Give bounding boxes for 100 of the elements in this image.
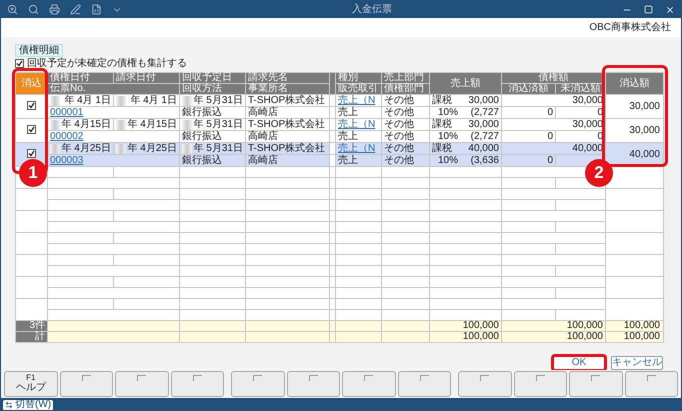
office-text: 高崎店 bbox=[248, 155, 278, 166]
applied-amount-text: 40,000 bbox=[629, 149, 660, 160]
company-name: OBC商事株式会社 bbox=[589, 20, 671, 35]
tax-amount-text: (3,636 bbox=[470, 155, 499, 166]
column-header: 伝票No. bbox=[48, 84, 180, 94]
pen-icon[interactable] bbox=[70, 4, 81, 15]
redacted-mark bbox=[116, 144, 126, 154]
amount-text: 30,000 bbox=[468, 119, 499, 130]
total-uncleared-text: 100,000 bbox=[566, 331, 603, 342]
column-header: 請求先名 bbox=[246, 72, 330, 84]
total-applied-text: 100,000 bbox=[624, 320, 660, 331]
spreadsheet-icon[interactable] bbox=[91, 4, 102, 15]
uncleared-text: 30,000 bbox=[572, 119, 603, 130]
customer-text: T-SHOP株式会社 bbox=[248, 95, 326, 106]
redacted-mark bbox=[116, 96, 126, 106]
close-icon[interactable] bbox=[665, 4, 675, 14]
redacted-mark bbox=[50, 144, 60, 154]
sales-type-text: 売上 bbox=[338, 131, 358, 142]
redacted-mark bbox=[116, 120, 126, 130]
applied-amount-text: 30,000 bbox=[629, 125, 660, 136]
uncleared-text: 40,000 bbox=[572, 143, 603, 154]
customer-text: T-SHOP株式会社 bbox=[248, 143, 326, 154]
dept-text: その他 bbox=[384, 143, 414, 154]
date-text: 年 4月 1日 bbox=[130, 95, 177, 106]
cleared-text: 0 bbox=[547, 155, 553, 166]
redacted-mark bbox=[50, 120, 60, 130]
tax-rate-text: 10% bbox=[438, 155, 458, 166]
column-header: 債権日付 bbox=[48, 72, 114, 84]
column-header: 売上部門 bbox=[382, 72, 430, 84]
printer-icon[interactable] bbox=[49, 4, 60, 15]
cleared-text: 0 bbox=[547, 107, 553, 118]
tax-text: 課税 bbox=[432, 95, 452, 106]
tax-rate-text: 10% bbox=[438, 131, 458, 142]
uncleared-text: 30,000 bbox=[572, 95, 603, 106]
customer-text: T-SHOP株式会社 bbox=[248, 119, 326, 130]
date-text: 年 4月25日 bbox=[128, 143, 177, 154]
dept-text: その他 bbox=[384, 95, 414, 106]
column-header: 消込額 bbox=[606, 72, 664, 94]
column-header: 回収方法 bbox=[180, 84, 246, 94]
amount-text: 30,000 bbox=[468, 95, 499, 106]
column-header: 消込 bbox=[16, 72, 48, 94]
tax-rate-text: 10% bbox=[438, 107, 458, 118]
window-title: 入金伝票 bbox=[351, 2, 393, 17]
amount-text: 40,000 bbox=[468, 143, 499, 154]
method-text: 銀行振込 bbox=[182, 107, 222, 118]
tax-amount-text: (2,727 bbox=[470, 131, 499, 142]
method-text: 銀行振込 bbox=[182, 155, 222, 166]
cleared-text: 0 bbox=[547, 131, 553, 142]
redacted-mark bbox=[182, 96, 192, 106]
cancel-button[interactable]: キャンセル bbox=[611, 356, 663, 370]
zoom-in-icon[interactable] bbox=[7, 4, 18, 15]
checkbox[interactable] bbox=[27, 125, 36, 134]
column-header: 回収予定日 bbox=[180, 72, 246, 84]
column-header: 事業所名 bbox=[246, 84, 330, 94]
column-header: 請求日付 bbox=[114, 72, 180, 84]
column-header: 販売取引 bbox=[336, 84, 382, 94]
date-text: 年 5月31日 bbox=[194, 95, 243, 106]
redacted-mark bbox=[182, 144, 192, 154]
dept-text: その他 bbox=[384, 119, 414, 130]
tax-text: 課税 bbox=[432, 143, 452, 154]
total-label: 3件 bbox=[16, 320, 48, 332]
date-text: 年 4月15日 bbox=[62, 119, 111, 130]
column-header: 消込済額 bbox=[502, 84, 556, 94]
applied-amount-text: 30,000 bbox=[629, 101, 660, 112]
column-header: 債権部門 bbox=[382, 84, 430, 94]
dept-text: その他 bbox=[384, 107, 414, 118]
date-text: 年 4月25日 bbox=[62, 143, 111, 154]
column-header: 種別 bbox=[336, 72, 382, 84]
sales-type-text: 売上 bbox=[338, 155, 358, 166]
date-text: 年 5月31日 bbox=[194, 119, 243, 130]
search-icon[interactable] bbox=[28, 4, 39, 15]
method-text: 銀行振込 bbox=[182, 131, 222, 142]
office-text: 高崎店 bbox=[248, 107, 278, 118]
function-key[interactable]: F1 ヘルプ bbox=[4, 371, 58, 397]
date-text: 年 4月 1日 bbox=[64, 95, 111, 106]
redacted-mark bbox=[182, 120, 192, 130]
ok-button[interactable]: OK bbox=[553, 356, 605, 370]
checkbox[interactable] bbox=[27, 101, 36, 110]
dept-text: その他 bbox=[384, 155, 414, 166]
date-text: 年 4月15日 bbox=[128, 119, 177, 130]
total-label: 計 bbox=[16, 332, 48, 342]
redacted-mark bbox=[50, 96, 60, 106]
tax-amount-text: (2,727 bbox=[470, 107, 499, 118]
checkbox[interactable] bbox=[15, 58, 24, 68]
column-header: 売上額 bbox=[430, 72, 502, 94]
checkbox-label: 回収予定が未確定の債権も集計する bbox=[27, 56, 187, 70]
dept-text: その他 bbox=[384, 131, 414, 142]
maximize-icon[interactable] bbox=[644, 5, 653, 14]
total-amount-text: 100,000 bbox=[462, 331, 499, 342]
switch-button[interactable]: 切替(W) bbox=[3, 400, 54, 410]
office-text: 高崎店 bbox=[248, 131, 278, 142]
date-text: 年 5月31日 bbox=[194, 143, 243, 154]
total-uncleared-text: 100,000 bbox=[566, 320, 603, 331]
sales-type-text: 売上 bbox=[338, 107, 358, 118]
column-header: 債権額 bbox=[502, 72, 606, 84]
section-tag: 債権明細 bbox=[15, 44, 63, 57]
total-amount-text: 100,000 bbox=[462, 320, 499, 331]
checkbox[interactable] bbox=[27, 149, 36, 158]
total-applied-text: 100,000 bbox=[624, 331, 660, 342]
tax-text: 課税 bbox=[432, 119, 452, 130]
